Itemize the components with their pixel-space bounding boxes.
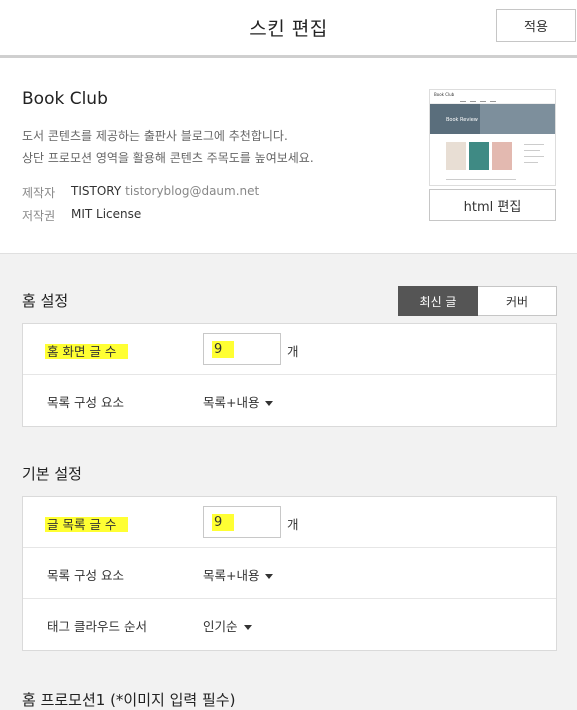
thumbnail-sidebar-line — [524, 150, 540, 151]
caret-down-icon — [265, 574, 274, 579]
list-layout-row: 목록 구성 요소 목록+내용 — [23, 548, 556, 599]
skin-description: 도서 콘텐츠를 제공하는 출판사 블로그에 추천합니다. 상단 프로모션 영역을… — [22, 125, 314, 169]
maker-row: 제작자 TISTORY tistoryblog@daum.net — [22, 184, 259, 201]
thumbnail-card — [446, 142, 466, 170]
skin-thumbnail: Book Club Book Review — [429, 89, 556, 186]
list-layout-label: 목록 구성 요소 — [47, 568, 124, 583]
maker-name: TISTORY — [71, 184, 122, 198]
home-post-count-input[interactable]: 9 — [203, 333, 281, 365]
thumbnail-hero-text: Book Review — [446, 117, 478, 123]
tab-latest-posts[interactable]: 최신 글 — [398, 286, 478, 316]
thumbnail-footer-line — [446, 179, 516, 180]
thumbnail-sidebar-line — [524, 162, 538, 163]
skin-description-line: 도서 콘텐츠를 제공하는 출판사 블로그에 추천합니다. — [22, 129, 288, 143]
post-count-unit: 개 — [287, 517, 299, 532]
post-count-label: 글 목록 글 수 — [45, 514, 129, 533]
license-key: 저작권 — [22, 209, 56, 223]
license-value: MIT License — [71, 207, 142, 221]
home-post-count-row: 홈 화면 글 수 9 개 — [23, 324, 556, 375]
caret-down-icon — [265, 401, 274, 406]
thumbnail-logo: Book Club — [434, 92, 455, 97]
skin-name: Book Club — [22, 89, 108, 109]
promotion-title: 홈 프로모션1 (*이미지 입력 필수) — [22, 691, 236, 709]
list-layout-select[interactable]: 목록+내용 — [203, 565, 274, 584]
basic-settings-card: 글 목록 글 수 9 개 목록 구성 요소 목록+내용 태그 클라우드 순서 인… — [22, 496, 557, 651]
thumbnail-sidebar-line — [524, 144, 544, 145]
post-count-row: 글 목록 글 수 9 개 — [23, 497, 556, 548]
tab-cover[interactable]: 커버 — [478, 286, 557, 316]
tag-cloud-select[interactable]: 인기순 — [203, 616, 252, 635]
thumbnail-card — [492, 142, 512, 170]
thumbnail-hero-book — [480, 104, 555, 134]
tag-cloud-label: 태그 클라우드 순서 — [47, 619, 147, 634]
home-settings-card: 홈 화면 글 수 9 개 목록 구성 요소 목록+내용 — [22, 323, 557, 427]
home-list-layout-label: 목록 구성 요소 — [47, 395, 124, 410]
thumbnail-nav — [460, 101, 466, 102]
thumbnail-nav — [470, 101, 476, 102]
apply-button[interactable]: 적용 — [496, 9, 576, 42]
license-row: 저작권 MIT License — [22, 207, 141, 224]
basic-settings-title: 기본 설정 — [22, 465, 82, 483]
home-list-layout-row: 목록 구성 요소 목록+내용 — [23, 375, 556, 426]
thumbnail-sidebar-line — [524, 156, 544, 157]
thumbnail-card — [469, 142, 489, 170]
caret-down-icon — [243, 625, 252, 630]
home-list-layout-select[interactable]: 목록+내용 — [203, 392, 274, 411]
skin-info-panel: Book Club 도서 콘텐츠를 제공하는 출판사 블로그에 추천합니다. 상… — [0, 58, 577, 254]
tag-cloud-row: 태그 클라우드 순서 인기순 — [23, 599, 556, 650]
top-bar: 스킨 편집 적용 — [0, 0, 577, 56]
home-post-count-unit: 개 — [287, 344, 299, 359]
home-tabs: 최신 글 커버 — [398, 286, 557, 316]
post-count-input[interactable]: 9 — [203, 506, 281, 538]
html-edit-button[interactable]: html 편집 — [429, 189, 556, 221]
home-post-count-label: 홈 화면 글 수 — [45, 341, 129, 360]
thumbnail-nav — [480, 101, 486, 102]
maker-email: tistoryblog@daum.net — [125, 184, 260, 198]
page-title: 스킨 편집 — [249, 18, 328, 40]
thumbnail-nav — [490, 101, 496, 102]
maker-key: 제작자 — [22, 186, 56, 200]
home-settings-title: 홈 설정 — [22, 292, 69, 310]
skin-description-line: 상단 프로모션 영역을 활용해 콘텐츠 주목도를 높여보세요. — [22, 151, 314, 165]
